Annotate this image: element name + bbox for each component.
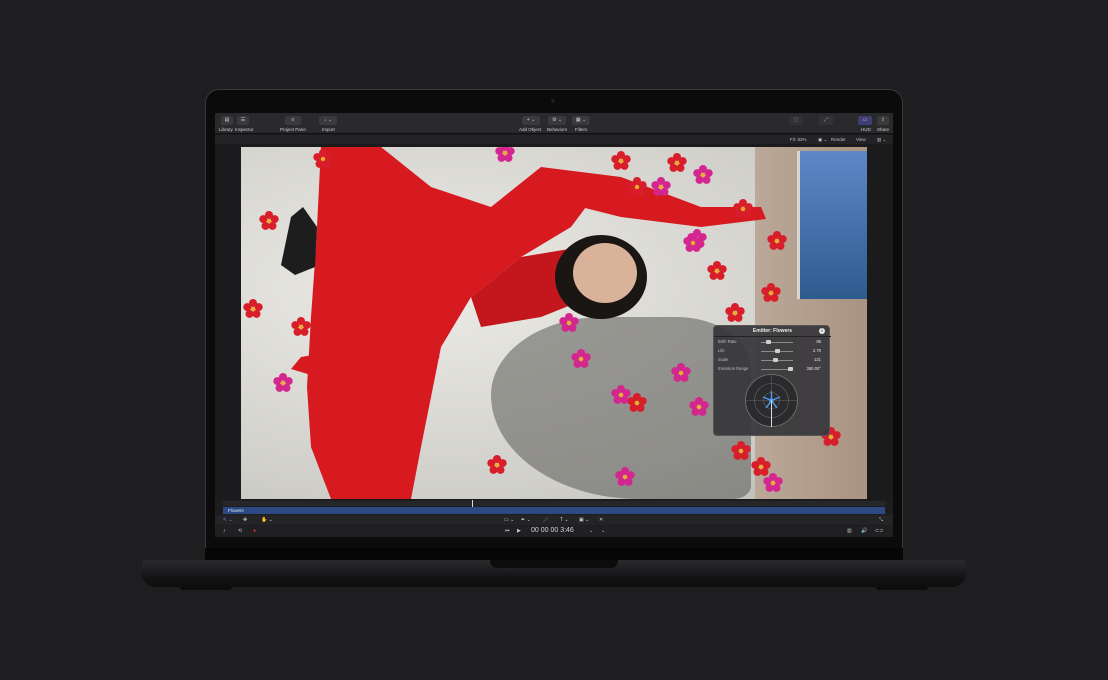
share-label: Share [877, 127, 890, 132]
import-label: Import [322, 127, 335, 132]
shoe [281, 207, 317, 275]
render-menu[interactable]: Render [831, 137, 846, 142]
emitter-hud[interactable]: Emitter: Flowers i Birth Rate 88 Life 2.… [713, 325, 831, 436]
paint-stroke-icon[interactable]: ／ [543, 517, 548, 524]
dress-shape [307, 147, 601, 499]
track-name: Flowers [228, 508, 244, 513]
canvas-view-bar: Fit: 83% ▣ ⌄ Render View ▥ ⌄ [215, 135, 893, 144]
select-tool-icon[interactable]: ↖ ⌄ [223, 517, 233, 523]
scale-value[interactable]: 121 [814, 357, 821, 362]
fit-zoom-menu[interactable]: Fit: 83% [790, 137, 807, 142]
behaviors-button[interactable]: ⚙ ⌄ [548, 116, 566, 125]
emission-range-label: Emission Range [718, 366, 749, 371]
play-icon[interactable]: ▶ [517, 528, 521, 534]
face [573, 243, 637, 303]
filters-button[interactable]: ▦ ⌄ [572, 116, 590, 125]
hud-button[interactable]: ▭ [858, 116, 872, 125]
pan-tool-icon[interactable]: ✥ [243, 517, 247, 523]
inspector-label: Inspector [235, 127, 254, 132]
shape-tool-icon[interactable]: ▭ ⌄ [504, 517, 514, 523]
camera [551, 99, 555, 103]
transport-bar: ♪ ⟲ ● ⏮ ▶ 00 00 00 3:46 ⌄ ⌄ ▥ 🔊 ⊂⊃ [215, 526, 893, 537]
layout-menu[interactable]: ▥ ⌄ [877, 137, 886, 143]
emission-range-value[interactable]: 360.00° [807, 366, 821, 371]
add-object-label: Add Object [519, 127, 542, 132]
transform-icon[interactable]: ✕ [599, 517, 603, 523]
view-menu[interactable]: View [856, 137, 866, 142]
timecode-display[interactable]: 00 00 00 3:46 [531, 527, 574, 534]
emission-range-slider[interactable] [761, 367, 793, 371]
hand-tool-icon[interactable]: ✋ ⌄ [261, 517, 273, 523]
inspector-button[interactable]: ☰ [237, 116, 249, 125]
behaviors-label: Behaviors [547, 127, 568, 132]
toolbar: ▤ ☰ Library Inspector ≡ Project Pane ↓ ⌄… [215, 113, 893, 134]
hud-divider [714, 336, 831, 337]
slider-knob[interactable] [773, 358, 779, 362]
hud-row-scale: Scale 121 [718, 356, 827, 364]
laptop-opening-notch [490, 560, 618, 568]
app-window: ▤ ☰ Library Inspector ≡ Project Pane ↓ ⌄… [215, 113, 893, 537]
timecode-menu[interactable]: ⌄ [589, 528, 593, 534]
canvas-viewer[interactable]: Emitter: Flowers i Birth Rate 88 Life 2.… [241, 147, 867, 499]
laptop-foot-right [876, 587, 928, 590]
birth-rate-label: Birth Rate [718, 339, 737, 344]
hud-label: HUD [861, 127, 871, 132]
laptop-foot-left [180, 587, 232, 590]
life-value[interactable]: 2.70 [813, 348, 821, 353]
project-pane-button[interactable]: ≡ [285, 116, 301, 125]
project-pane-label: Project Pane [280, 127, 306, 132]
birth-rate-value[interactable]: 88 [816, 339, 821, 344]
slider-knob[interactable] [766, 340, 772, 344]
canvas-scene [243, 147, 841, 499]
bezier-tool-icon[interactable]: ✒ ⌄ [521, 517, 531, 523]
add-object-button[interactable]: + ⌄ [522, 116, 540, 125]
info-icon[interactable]: i [819, 328, 825, 334]
text-tool-icon[interactable]: T ⌄ [560, 517, 569, 523]
hud-row-life: Life 2.70 [718, 347, 827, 355]
volume-icon[interactable]: 🔊 [861, 528, 867, 534]
layers-icon[interactable]: ▥ [847, 528, 852, 534]
disabled-tool-button-2[interactable]: ⤢ [819, 116, 833, 125]
library-label: Library [219, 127, 233, 132]
loop-icon[interactable]: ⟲ [238, 528, 242, 534]
library-button[interactable]: ▤ [221, 116, 233, 125]
birth-rate-slider[interactable] [761, 340, 793, 344]
timeline-track[interactable]: Flowers [223, 507, 885, 514]
expand-icon[interactable]: ⤡ [879, 517, 883, 523]
canvas-tools-bar: ↖ ⌄ ✥ ✋ ⌄ ▭ ⌄ ✒ ⌄ ／ T ⌄ ▣ ⌄ ✕ ⤡ [215, 515, 893, 525]
scale-slider[interactable] [761, 358, 793, 362]
disabled-tool-button[interactable]: ▢ [789, 116, 803, 125]
slider-knob[interactable] [774, 349, 780, 353]
mask-tool-icon[interactable]: ▣ ⌄ [579, 517, 589, 523]
toggle-icon[interactable]: ⊂⊃ [875, 528, 883, 534]
timeline-ruler[interactable] [223, 501, 885, 506]
scale-label: Scale [718, 357, 729, 362]
frame-rate-menu[interactable]: ⌄ [601, 528, 605, 534]
filters-label: Filters [575, 127, 588, 132]
share-icon[interactable]: ⇪ [877, 116, 889, 125]
life-label: Life [718, 348, 725, 353]
hud-row-birth-rate: Birth Rate 88 [718, 338, 827, 346]
life-slider[interactable] [761, 349, 793, 353]
channels-menu[interactable]: ▣ ⌄ [818, 137, 827, 143]
go-to-start-icon[interactable]: ⏮ [505, 528, 510, 534]
mini-timeline: Flowers ↖ ⌄ ✥ ✋ ⌄ ▭ ⌄ ✒ ⌄ ／ T ⌄ ▣ ⌄ ✕ ⤡ … [215, 500, 893, 537]
hud-row-emission-range: Emission Range 360.00° [718, 365, 827, 373]
import-button[interactable]: ↓ ⌄ [319, 116, 337, 125]
hud-title: Emitter: Flowers [752, 328, 793, 334]
product-photo: ▤ ☰ Library Inspector ≡ Project Pane ↓ ⌄… [0, 0, 1108, 680]
audio-icon[interactable]: ♪ [223, 528, 226, 534]
record-icon[interactable]: ● [253, 528, 256, 534]
slider-knob[interactable] [788, 367, 793, 371]
emission-angle-dial[interactable] [744, 373, 799, 428]
